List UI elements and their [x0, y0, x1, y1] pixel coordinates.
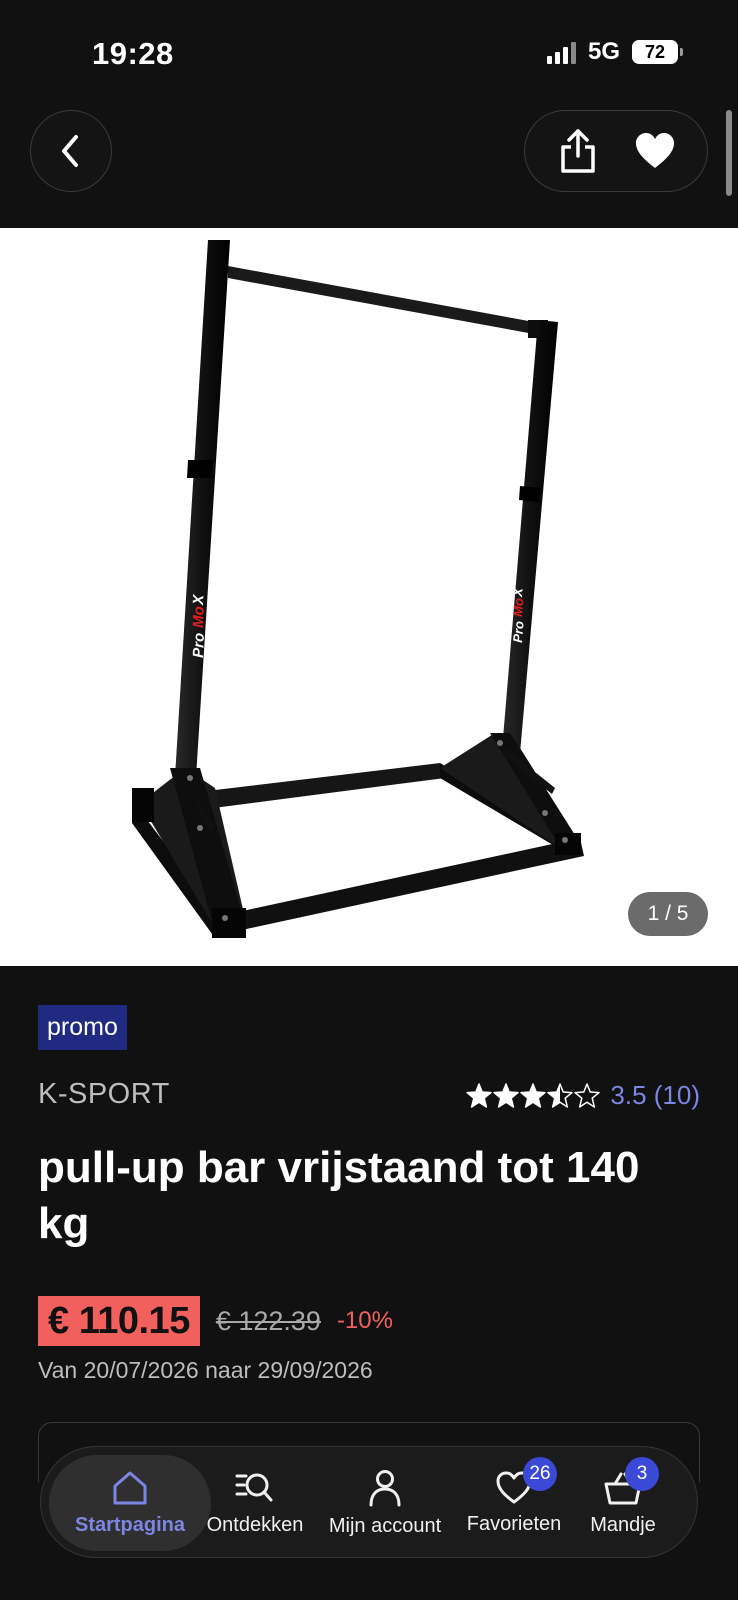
tab-mijn-account[interactable]: Mijn account — [319, 1447, 451, 1559]
heart-icon — [635, 133, 674, 168]
svg-text:X: X — [190, 594, 207, 607]
tab-favorieten[interactable]: Favorieten 26 — [459, 1447, 569, 1559]
star-icon — [466, 1082, 493, 1108]
old-price: € 122.39 — [215, 1305, 321, 1336]
status-time: 19:28 — [92, 36, 174, 71]
image-counter: 1 / 5 — [628, 892, 708, 936]
tab-label: Ontdekken — [206, 1513, 304, 1536]
share-icon — [560, 129, 595, 173]
chevron-left-icon — [62, 135, 78, 167]
bottom-tab-bar: Startpagina Ontdekken Mijn account Favor… — [40, 1446, 698, 1558]
person-icon — [369, 1469, 401, 1506]
brand-link[interactable]: K-SPORT — [38, 1078, 170, 1111]
battery-icon: 72 — [632, 40, 683, 64]
back-button[interactable] — [30, 110, 112, 192]
star-icon — [547, 1082, 574, 1108]
svg-text:Pro: Pro — [510, 620, 526, 643]
status-indicators: 5G 72 — [546, 38, 683, 66]
svg-text:Mo: Mo — [510, 597, 526, 617]
product-title: pull-up bar vrijstaand tot 140 kg — [38, 1143, 640, 1248]
tab-label: Mandje — [590, 1513, 656, 1536]
share-button[interactable] — [548, 121, 608, 181]
discover-search-icon — [235, 1473, 273, 1501]
tab-label: Favorieten — [466, 1512, 562, 1535]
cart-count-badge: 3 — [625, 1457, 659, 1491]
svg-text:Mo: Mo — [190, 606, 208, 628]
home-icon — [113, 1471, 147, 1504]
promo-validity: Van 20/07/2026 naar 29/09/2026 — [38, 1357, 373, 1383]
product-gallery[interactable]: Pro Mo X Pro Mo X 1 / 5 — [0, 228, 738, 966]
promo-badge: promo — [38, 1005, 127, 1050]
tab-label: Startpagina — [74, 1513, 186, 1536]
current-price: € 110.15 — [38, 1296, 200, 1346]
tab-ontdekken[interactable]: Ontdekken — [199, 1447, 311, 1559]
star-icon — [493, 1082, 520, 1108]
battery-level: 72 — [644, 41, 666, 62]
rating-stars — [466, 1082, 601, 1109]
tab-startpagina[interactable]: Startpagina — [49, 1455, 211, 1551]
action-pill — [524, 110, 708, 192]
price-row: € 110.15 € 122.39 -10% — [38, 1296, 393, 1346]
star-icon — [574, 1082, 601, 1108]
favorite-button[interactable] — [625, 121, 685, 181]
rating[interactable]: 3.5 (10) — [466, 1080, 700, 1111]
rating-text: 3.5 (10) — [610, 1080, 700, 1110]
product-image: Pro Mo X Pro Mo X — [132, 240, 584, 938]
tab-label: Mijn account — [328, 1514, 442, 1537]
signal-icon — [546, 40, 576, 64]
scroll-indicator[interactable] — [726, 110, 732, 196]
discount-label: -10% — [336, 1307, 393, 1334]
star-icon — [520, 1082, 547, 1108]
tab-mandje[interactable]: Mandje 3 — [573, 1447, 673, 1559]
status-bar: 19:28 5G 72 — [0, 0, 738, 110]
svg-text:Pro: Pro — [190, 633, 208, 659]
favorites-count-badge: 26 — [523, 1457, 557, 1491]
network-label: 5G — [587, 38, 620, 65]
